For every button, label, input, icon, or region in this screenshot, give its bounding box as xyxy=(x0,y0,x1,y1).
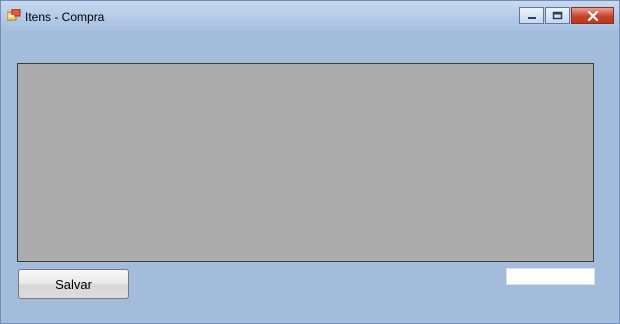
total-field[interactable] xyxy=(506,268,595,285)
save-button[interactable]: Salvar xyxy=(18,269,129,299)
title-bar[interactable]: Itens - Compra xyxy=(1,1,619,31)
window-title: Itens - Compra xyxy=(25,10,105,24)
window-controls xyxy=(518,7,614,24)
close-icon xyxy=(587,10,598,21)
items-grid[interactable] xyxy=(17,63,594,262)
main-window: Itens - Compra Salvar xyxy=(0,0,620,324)
minimize-icon xyxy=(527,16,536,19)
app-form-icon xyxy=(7,9,21,21)
maximize-icon xyxy=(552,11,563,20)
minimize-button[interactable] xyxy=(519,7,544,24)
close-button[interactable] xyxy=(571,7,614,24)
maximize-button[interactable] xyxy=(545,7,570,24)
